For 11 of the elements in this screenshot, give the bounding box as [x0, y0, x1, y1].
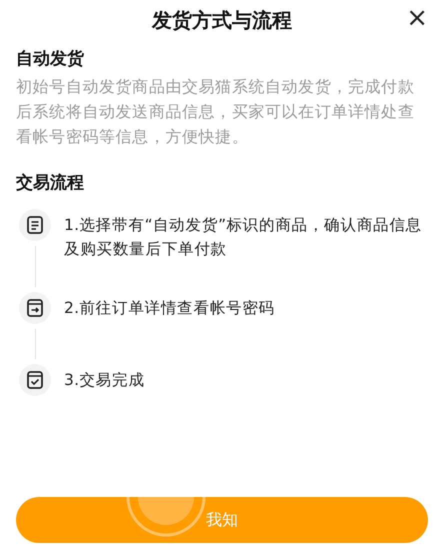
close-button[interactable]: × [406, 3, 428, 33]
description-text: 初始号自动发货商品由交易猫系统自动发货，完成付款后系统将自动发送商品信息，买家可以在订单详情处查看帐号密码等信息，方便快捷。 [16, 76, 416, 148]
step-text: 1.选择带有“自动发货”标识的商品，确认商品信息及购买数量后下单付款 [64, 215, 424, 260]
section-heading: 交易流程 [16, 172, 85, 194]
dialog-title: 发货方式与流程 [152, 6, 292, 34]
step-text: 3.交易完成 [64, 370, 145, 391]
arrow-box-icon [18, 291, 52, 325]
document-icon [18, 208, 52, 242]
section-heading: 自动发货 [16, 48, 85, 70]
checkbox-icon [18, 363, 52, 397]
step-text: 2.前往订单详情查看帐号密码 [64, 298, 275, 319]
